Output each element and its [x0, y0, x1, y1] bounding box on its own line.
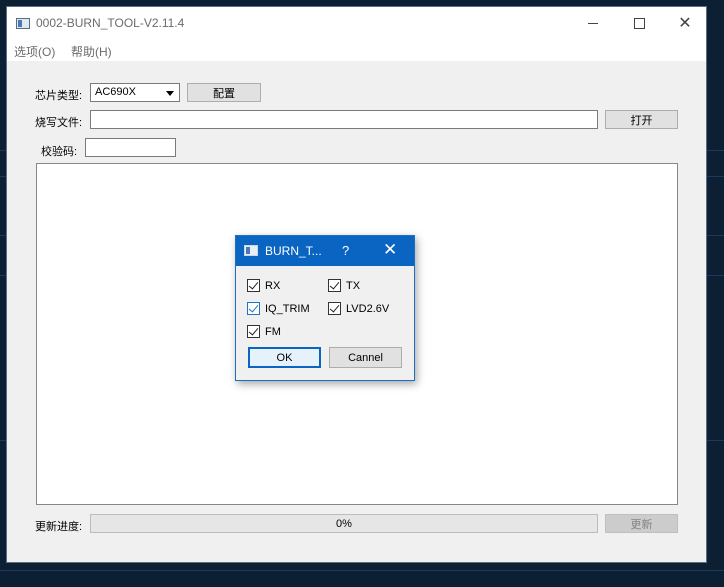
dialog-close-icon[interactable]: ✕ — [383, 240, 397, 260]
chip-type-select[interactable]: AC690X — [90, 83, 180, 102]
lvd-checkbox[interactable] — [328, 302, 341, 315]
rx-label: RX — [265, 280, 281, 292]
menu-help[interactable]: 帮助(H) — [71, 43, 112, 60]
window-title: 0002-BURN_TOOL-V2.11.4 — [36, 16, 185, 30]
minimize-icon[interactable] — [570, 7, 616, 39]
update-progress-bar: 0% — [90, 514, 598, 533]
chevron-down-icon — [166, 91, 174, 96]
tx-checkbox[interactable] — [328, 279, 341, 292]
title-bar: 0002-BURN_TOOL-V2.11.4 ✕ — [7, 7, 706, 39]
options-dialog: BURN_T... ? ✕ RX TX IQ_TRIM LVD2.6V FM O… — [235, 235, 415, 381]
cancel-button[interactable]: Cannel — [329, 347, 402, 368]
fm-checkbox[interactable] — [247, 325, 260, 338]
maximize-icon[interactable] — [616, 7, 662, 39]
close-icon[interactable]: ✕ — [662, 7, 708, 39]
dialog-title: BURN_T... — [265, 244, 322, 258]
burn-file-label: 烧写文件: — [35, 117, 83, 129]
progress-percent: 0% — [336, 518, 352, 530]
help-icon[interactable]: ? — [342, 243, 349, 258]
chip-type-value: AC690X — [95, 86, 136, 98]
fm-label: FM — [265, 326, 281, 338]
menu-bar: 选项(O) 帮助(H) — [7, 39, 706, 61]
rx-checkbox[interactable] — [247, 279, 260, 292]
checksum-label: 校验码: — [41, 146, 78, 158]
menu-options[interactable]: 选项(O) — [14, 43, 55, 60]
checksum-input[interactable] — [85, 138, 176, 157]
update-button[interactable]: 更新 — [605, 514, 678, 533]
dialog-title-bar: BURN_T... ? ✕ — [236, 236, 414, 266]
tx-label: TX — [346, 280, 361, 292]
iq-trim-label: IQ_TRIM — [265, 303, 310, 315]
dialog-app-icon — [244, 245, 258, 256]
burn-file-input[interactable] — [90, 110, 598, 129]
app-icon — [16, 18, 30, 29]
ok-button[interactable]: OK — [248, 347, 321, 368]
config-button[interactable]: 配置 — [187, 83, 261, 102]
open-button[interactable]: 打开 — [605, 110, 678, 129]
lvd-label: LVD2.6V — [346, 303, 390, 315]
progress-label: 更新进度: — [35, 521, 83, 533]
chip-type-label: 芯片类型: — [35, 90, 83, 102]
iq-trim-checkbox[interactable] — [247, 302, 260, 315]
